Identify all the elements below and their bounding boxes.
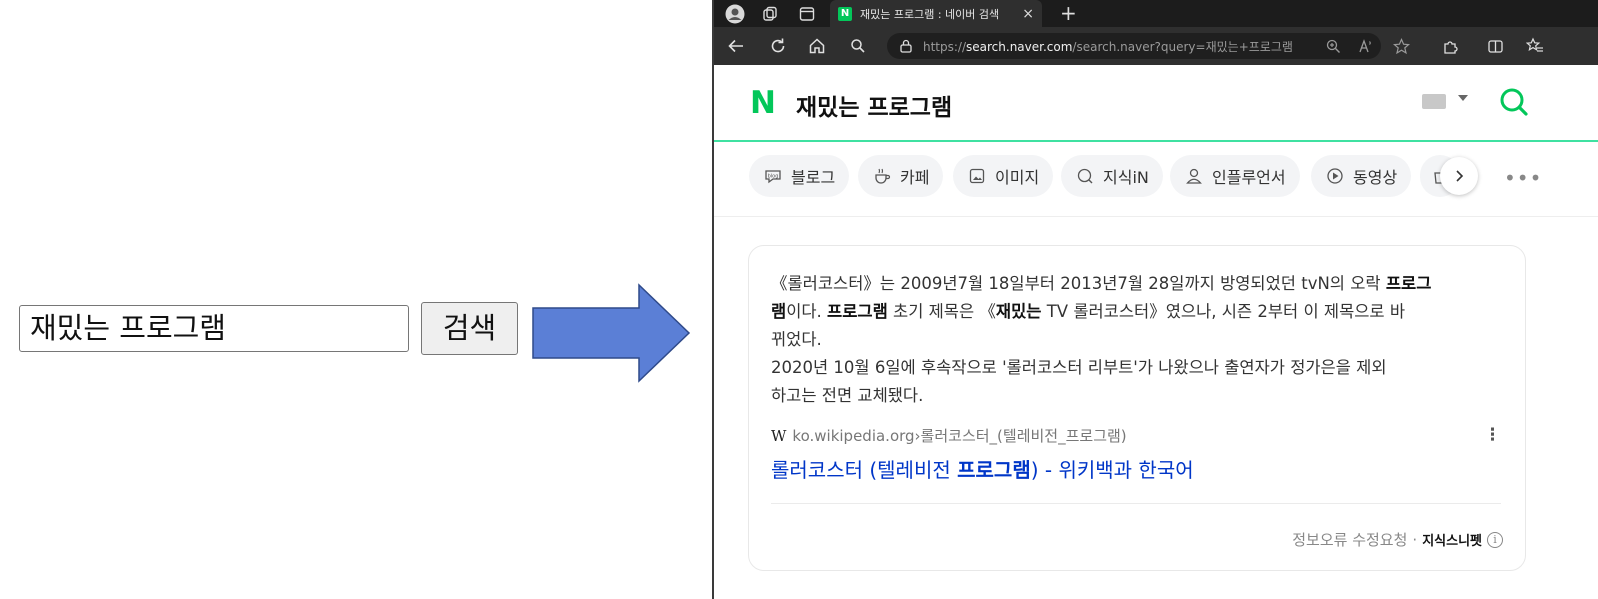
tab-video-label: 동영상: [1353, 168, 1398, 187]
naver-logo[interactable]: N: [750, 88, 778, 119]
tab-actions-icon[interactable]: [796, 3, 818, 25]
keyboard-icon[interactable]: [1422, 94, 1446, 109]
back-arrow-icon[interactable]: [725, 35, 747, 57]
tab-influencer[interactable]: 인플루언서: [1170, 155, 1300, 197]
read-aloud-icon[interactable]: [1355, 35, 1377, 57]
result-title-link[interactable]: 롤러코스터 (텔레비전 프로그램) - 위키백과 한국어: [771, 454, 1501, 483]
snippet-brand: 지식스니펫: [1422, 534, 1482, 549]
blog-icon: blog: [763, 166, 783, 186]
refresh-icon[interactable]: [767, 35, 789, 57]
split-screen-icon[interactable]: [1484, 35, 1506, 57]
tab-blog-label: 블로그: [791, 168, 836, 187]
naver-search-page: N 재밌는 프로그램 blog 블로그 카페 이미지 지식iN 인플루언서 동영…: [714, 65, 1598, 599]
svg-text:blog: blog: [768, 174, 779, 180]
tab-influencer-label: 인플루언서: [1212, 168, 1286, 187]
info-icon[interactable]: i: [1487, 531, 1503, 548]
tab-strip: N 재밌는 프로그램 : 네이버 검색 × +: [714, 0, 1598, 27]
naver-favicon-icon: N: [838, 6, 852, 21]
favorites-list-icon[interactable]: [1524, 35, 1546, 57]
url-field[interactable]: https://search.naver.com/search.naver?qu…: [887, 33, 1381, 59]
search-header: N 재밌는 프로그램: [714, 65, 1598, 142]
image-icon: [967, 166, 987, 186]
more-options-icon[interactable]: •••: [1504, 166, 1542, 190]
play-icon: [1325, 166, 1345, 186]
home-icon[interactable]: [806, 35, 828, 57]
tab-blog[interactable]: blog 블로그: [749, 155, 850, 197]
workspaces-icon[interactable]: [759, 3, 781, 25]
tab-image[interactable]: 이미지: [953, 155, 1054, 197]
zoom-icon[interactable]: [1322, 35, 1344, 57]
card-divider: [771, 503, 1501, 504]
search-submit-icon[interactable]: [1499, 87, 1529, 117]
kebab-menu-icon[interactable]: ⋮: [1484, 425, 1501, 445]
new-tab-button[interactable]: +: [1060, 1, 1077, 25]
source-path: 롤러코스터_(텔레비전_프로그램): [920, 427, 1127, 445]
extensions-icon[interactable]: [1439, 35, 1461, 57]
tab-title: 재밌는 프로그램 : 네이버 검색: [860, 7, 1000, 21]
knowledge-snippet-card: 《롤러코스터》는 2009년7월 18일부터 2013년7월 28일까지 방영되…: [748, 245, 1526, 571]
tab-kin-label: 지식iN: [1103, 168, 1149, 187]
address-bar: https://search.naver.com/search.naver?qu…: [714, 27, 1598, 65]
person-icon: [1184, 166, 1204, 186]
tab-image-label: 이미지: [995, 168, 1040, 187]
lock-icon[interactable]: [899, 39, 913, 53]
tab-kin[interactable]: 지식iN: [1061, 155, 1163, 197]
snippet-text: 《롤러코스터》는 2009년7월 18일부터 2013년7월 28일까지 방영되…: [771, 274, 1432, 405]
report-error-link[interactable]: 정보오류 수정요청: [1292, 529, 1407, 550]
url-text: https://search.naver.com/search.naver?qu…: [923, 39, 1293, 54]
profile-icon[interactable]: [724, 3, 746, 25]
cafe-icon: [872, 166, 892, 186]
search-tabs: blog 블로그 카페 이미지 지식iN 인플루언서 동영상 •••: [714, 142, 1598, 217]
chevron-down-icon[interactable]: [1458, 95, 1468, 101]
chevron-right-icon: [1456, 170, 1464, 182]
kin-icon: [1075, 166, 1095, 186]
demo-search-button[interactable]: 검색: [421, 302, 518, 355]
tab-video[interactable]: 동영상: [1311, 155, 1412, 197]
tab-close-icon[interactable]: ×: [1022, 6, 1034, 22]
browser-window: N 재밌는 프로그램 : 네이버 검색 × + https://search.n…: [712, 0, 1598, 599]
browser-tab-active[interactable]: N 재밌는 프로그램 : 네이버 검색 ×: [830, 0, 1042, 27]
card-footer: 정보오류 수정요청 · 지식스니펫 i: [1292, 529, 1503, 550]
demo-search-input[interactable]: 재밌는 프로그램: [19, 305, 409, 352]
search-icon[interactable]: [847, 35, 869, 57]
favorite-star-icon[interactable]: [1390, 35, 1412, 57]
tab-cafe[interactable]: 카페: [858, 155, 944, 197]
search-query-input[interactable]: 재밌는 프로그램: [796, 88, 952, 122]
right-arrow-icon: [532, 283, 691, 383]
wikipedia-icon: W: [771, 426, 787, 445]
source-domain: ko.wikipedia.org: [792, 426, 915, 445]
tabs-next-button[interactable]: [1440, 157, 1478, 195]
source-line[interactable]: W ko.wikipedia.org › 롤러코스터_(텔레비전_프로그램) ⋮: [771, 425, 1501, 446]
tab-cafe-label: 카페: [900, 168, 930, 187]
